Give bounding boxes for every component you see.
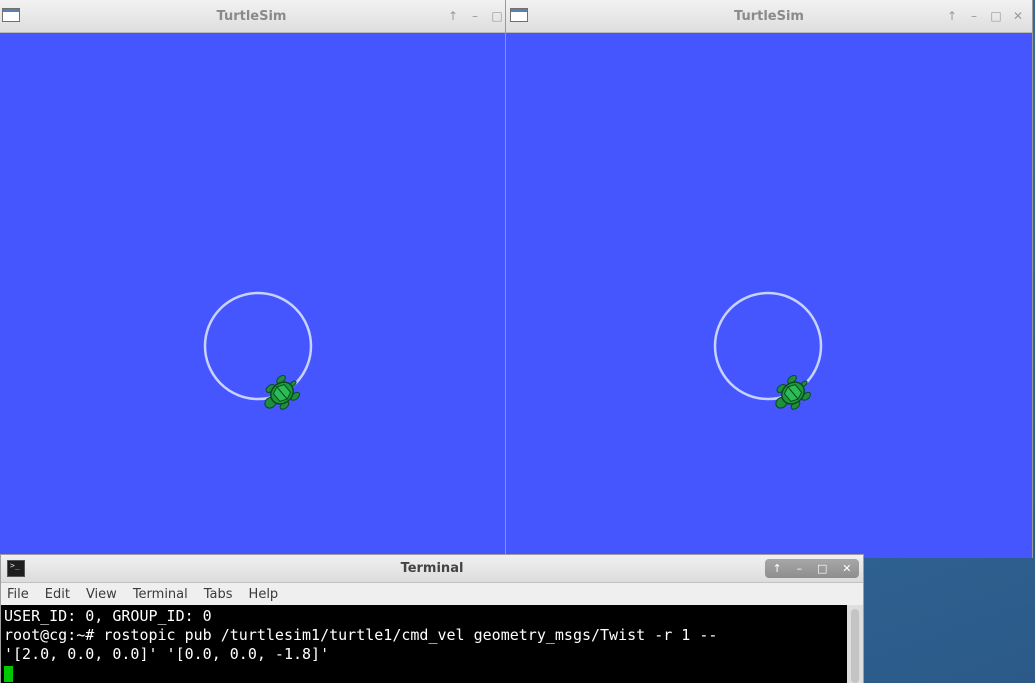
menu-edit[interactable]: Edit xyxy=(45,587,70,602)
maximize-icon[interactable]: □ xyxy=(491,8,503,24)
terminal-line: '[2.0, 0.0, 0.0]' '[0.0, 0.0, -1.8]' xyxy=(4,645,330,663)
terminal-menubar: File Edit View Terminal Tabs Help xyxy=(1,583,863,605)
keep-above-icon[interactable]: ↑ xyxy=(946,8,958,24)
turtlesim-canvas xyxy=(0,33,505,560)
turtle-icon xyxy=(775,374,811,410)
window-title: TurtleSim xyxy=(216,9,287,24)
menu-tabs[interactable]: Tabs xyxy=(204,587,233,602)
turtlesim-canvas xyxy=(506,33,1032,558)
minimize-icon[interactable]: – xyxy=(469,8,481,24)
menu-view[interactable]: View xyxy=(86,587,117,602)
maximize-icon[interactable]: □ xyxy=(817,562,827,575)
terminal-line: USER_ID: 0, GROUP_ID: 0 xyxy=(4,607,212,625)
terminal-output[interactable]: USER_ID: 0, GROUP_ID: 0 root@cg:~# rostop… xyxy=(1,605,847,683)
minimize-icon[interactable]: – xyxy=(968,8,980,24)
minimize-icon[interactable]: – xyxy=(797,562,803,575)
menu-file[interactable]: File xyxy=(7,587,29,602)
turtle-icon xyxy=(264,374,300,410)
keep-above-icon[interactable]: ↑ xyxy=(447,8,459,24)
turtlesim-window-right: TurtleSim ↑ – □ ✕ xyxy=(505,0,1033,558)
titlebar[interactable]: TurtleSim ↑ – □ xyxy=(0,0,505,33)
titlebar[interactable]: TurtleSim ↑ – □ ✕ xyxy=(506,0,1032,33)
terminal-scrollbar[interactable] xyxy=(847,605,863,683)
terminal-title: Terminal xyxy=(400,561,464,576)
maximize-icon[interactable]: □ xyxy=(990,8,1002,24)
terminal-cursor xyxy=(4,666,13,682)
terminal-titlebar[interactable]: >_ Terminal ↑ – □ ✕ xyxy=(1,555,863,583)
scrollbar-thumb[interactable] xyxy=(851,609,859,683)
terminal-window-controls: ↑ – □ ✕ xyxy=(765,559,859,578)
keep-above-icon[interactable]: ↑ xyxy=(772,562,781,575)
close-icon[interactable]: ✕ xyxy=(1012,8,1024,24)
menu-help[interactable]: Help xyxy=(249,587,279,602)
close-icon[interactable]: ✕ xyxy=(842,562,851,575)
terminal-window: >_ Terminal ↑ – □ ✕ File Edit View Termi… xyxy=(0,554,864,683)
menu-terminal[interactable]: Terminal xyxy=(133,587,188,602)
turtlesim-window-left: TurtleSim ↑ – □ xyxy=(0,0,505,560)
desktop: TurtleSim ↑ – □ TurtleSim ↑ – □ ✕ >_ Ter… xyxy=(0,0,1035,683)
terminal-line: root@cg:~# rostopic pub /turtlesim1/turt… xyxy=(4,626,718,644)
